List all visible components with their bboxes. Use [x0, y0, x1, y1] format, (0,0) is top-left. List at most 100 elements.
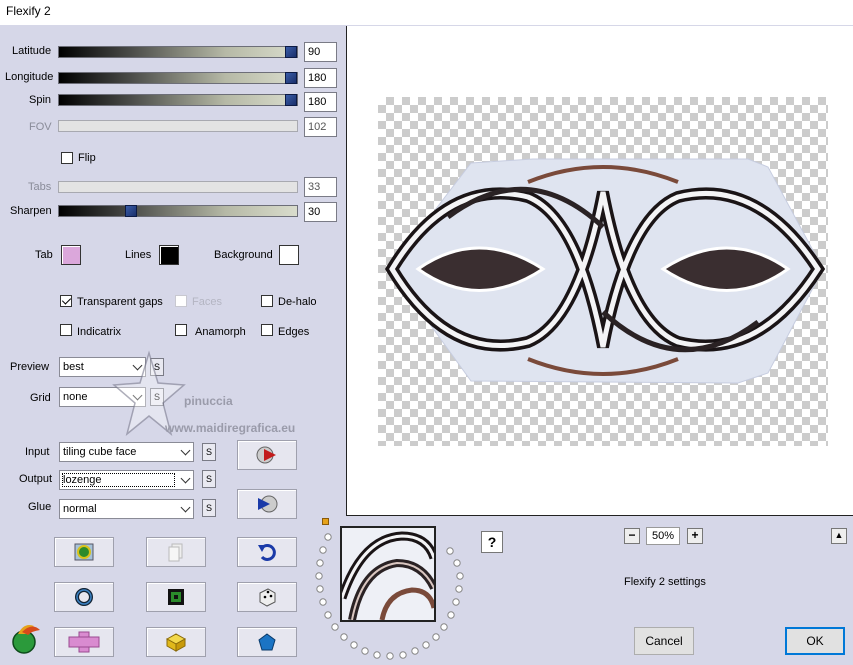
glue-select[interactable]: normal — [59, 499, 194, 519]
glue-s-button[interactable]: S — [202, 499, 216, 517]
edges-label: Edges — [278, 326, 310, 338]
globe-icon — [74, 543, 94, 561]
flip-label: Flip — [78, 152, 96, 164]
cancel-button[interactable]: Cancel — [634, 627, 694, 655]
pink-cross-icon — [68, 631, 100, 653]
transparent-gaps-checkbox[interactable] — [60, 295, 72, 307]
frame-button[interactable] — [146, 582, 206, 612]
chevron-down-icon — [180, 502, 191, 513]
randomize-button[interactable] — [237, 582, 297, 612]
latitude-slider-thumb[interactable] — [285, 46, 297, 58]
spin-label: Spin — [29, 94, 52, 106]
undo-icon — [258, 544, 276, 561]
indicatrix-checkbox[interactable] — [60, 324, 72, 336]
sharpen-slider-thumb[interactable] — [125, 205, 137, 217]
preview-canvas[interactable] — [346, 26, 853, 516]
glue-label: Glue — [28, 501, 52, 513]
background-color-label: Background — [214, 249, 273, 261]
settings-name: Flexify 2 settings — [624, 576, 706, 588]
chevron-down-icon — [180, 473, 191, 484]
tab-color-swatch[interactable] — [61, 245, 81, 265]
longitude-slider-thumb[interactable] — [285, 72, 297, 84]
preview-label: Preview — [10, 361, 50, 373]
input-label: Input — [25, 446, 50, 458]
undo-button[interactable] — [237, 537, 297, 567]
flexify-logo-icon — [12, 625, 40, 654]
play-cd-icon — [256, 446, 276, 464]
preset-thumbnail-image — [342, 528, 434, 620]
preview-select-value: best — [63, 361, 84, 373]
grid-label: Grid — [30, 392, 51, 404]
blue-pentagon-icon — [258, 633, 276, 651]
preset-shape-button[interactable] — [54, 627, 114, 657]
preview-checkerboard — [378, 97, 828, 446]
sharpen-slider[interactable] — [58, 205, 298, 217]
zoom-in-button[interactable]: + — [687, 528, 703, 544]
play-back-button[interactable] — [237, 489, 297, 519]
output-label: Output — [19, 473, 53, 485]
yellow-cube-icon — [165, 633, 187, 652]
faces-label: Faces — [192, 296, 222, 308]
input-s-button[interactable]: S — [202, 443, 216, 461]
input-select-value: tiling cube face — [63, 446, 137, 458]
random-preset-button[interactable] — [54, 537, 114, 567]
output-s-button[interactable]: S — [202, 470, 216, 488]
lines-color-swatch[interactable] — [159, 245, 179, 265]
grid-select-value: none — [63, 391, 88, 403]
copy-button — [146, 537, 206, 567]
collapse-button[interactable]: ▲ — [831, 528, 847, 544]
preview-image — [384, 158, 826, 384]
ok-button[interactable]: OK — [785, 627, 845, 655]
ring-icon — [75, 588, 93, 606]
tab-color-label: Tab — [35, 249, 53, 261]
tabs-slider — [58, 181, 298, 193]
pentagon-button[interactable] — [237, 627, 297, 657]
lines-color-label: Lines — [125, 249, 152, 261]
play-forward-button[interactable] — [237, 440, 297, 470]
watermark-name: pinuccia — [184, 394, 233, 408]
latitude-input[interactable]: 90 — [304, 42, 337, 62]
flip-checkbox[interactable] — [61, 152, 73, 164]
glue-select-value: normal — [63, 503, 97, 515]
longitude-label: Longitude — [5, 71, 54, 83]
zoom-level: 50% — [646, 527, 680, 545]
background-color-swatch[interactable] — [279, 245, 299, 265]
latitude-label: Latitude — [12, 45, 52, 57]
edges-checkbox[interactable] — [261, 324, 273, 336]
watermark-url: www.maidiregrafica.eu — [165, 421, 296, 435]
green-frame-icon — [168, 589, 184, 605]
fov-slider — [58, 120, 298, 132]
zoom-out-button[interactable]: − — [624, 528, 640, 544]
copy-icon — [168, 543, 183, 562]
latitude-slider[interactable] — [58, 46, 298, 58]
chevron-down-icon — [180, 445, 191, 456]
tabs-label: Tabs — [28, 181, 52, 193]
de-halo-label: De-halo — [278, 296, 317, 308]
anamorph-label: Anamorph — [195, 326, 246, 338]
fov-label: FOV — [29, 121, 52, 133]
play-cd-blue-icon — [258, 495, 278, 513]
anamorph-checkbox[interactable] — [175, 324, 187, 336]
preset-marker-icon — [322, 518, 329, 525]
spin-slider[interactable] — [58, 94, 298, 106]
transparent-gaps-label: Transparent gaps — [77, 296, 163, 308]
window-title: Flexify 2 — [0, 0, 853, 25]
focus-ring — [62, 473, 175, 487]
tabs-input: 33 — [304, 177, 337, 197]
flexify-dialog: Latitude 90 Longitude 180 Spin 180 FOV 1… — [0, 25, 853, 665]
ring-button[interactable] — [54, 582, 114, 612]
preset-thumbnail[interactable] — [340, 526, 436, 622]
sharpen-input[interactable]: 30 — [304, 202, 337, 222]
faces-checkbox — [175, 295, 187, 307]
fov-input: 102 — [304, 117, 337, 137]
longitude-slider[interactable] — [58, 72, 298, 84]
spin-input[interactable]: 180 — [304, 92, 337, 112]
longitude-input[interactable]: 180 — [304, 68, 337, 88]
indicatrix-label: Indicatrix — [77, 326, 122, 338]
spin-slider-thumb[interactable] — [285, 94, 297, 106]
input-select[interactable]: tiling cube face — [59, 442, 194, 462]
output-select[interactable]: lozenge — [59, 470, 194, 490]
help-button[interactable]: ? — [481, 531, 503, 553]
cube-button[interactable] — [146, 627, 206, 657]
de-halo-checkbox[interactable] — [261, 295, 273, 307]
